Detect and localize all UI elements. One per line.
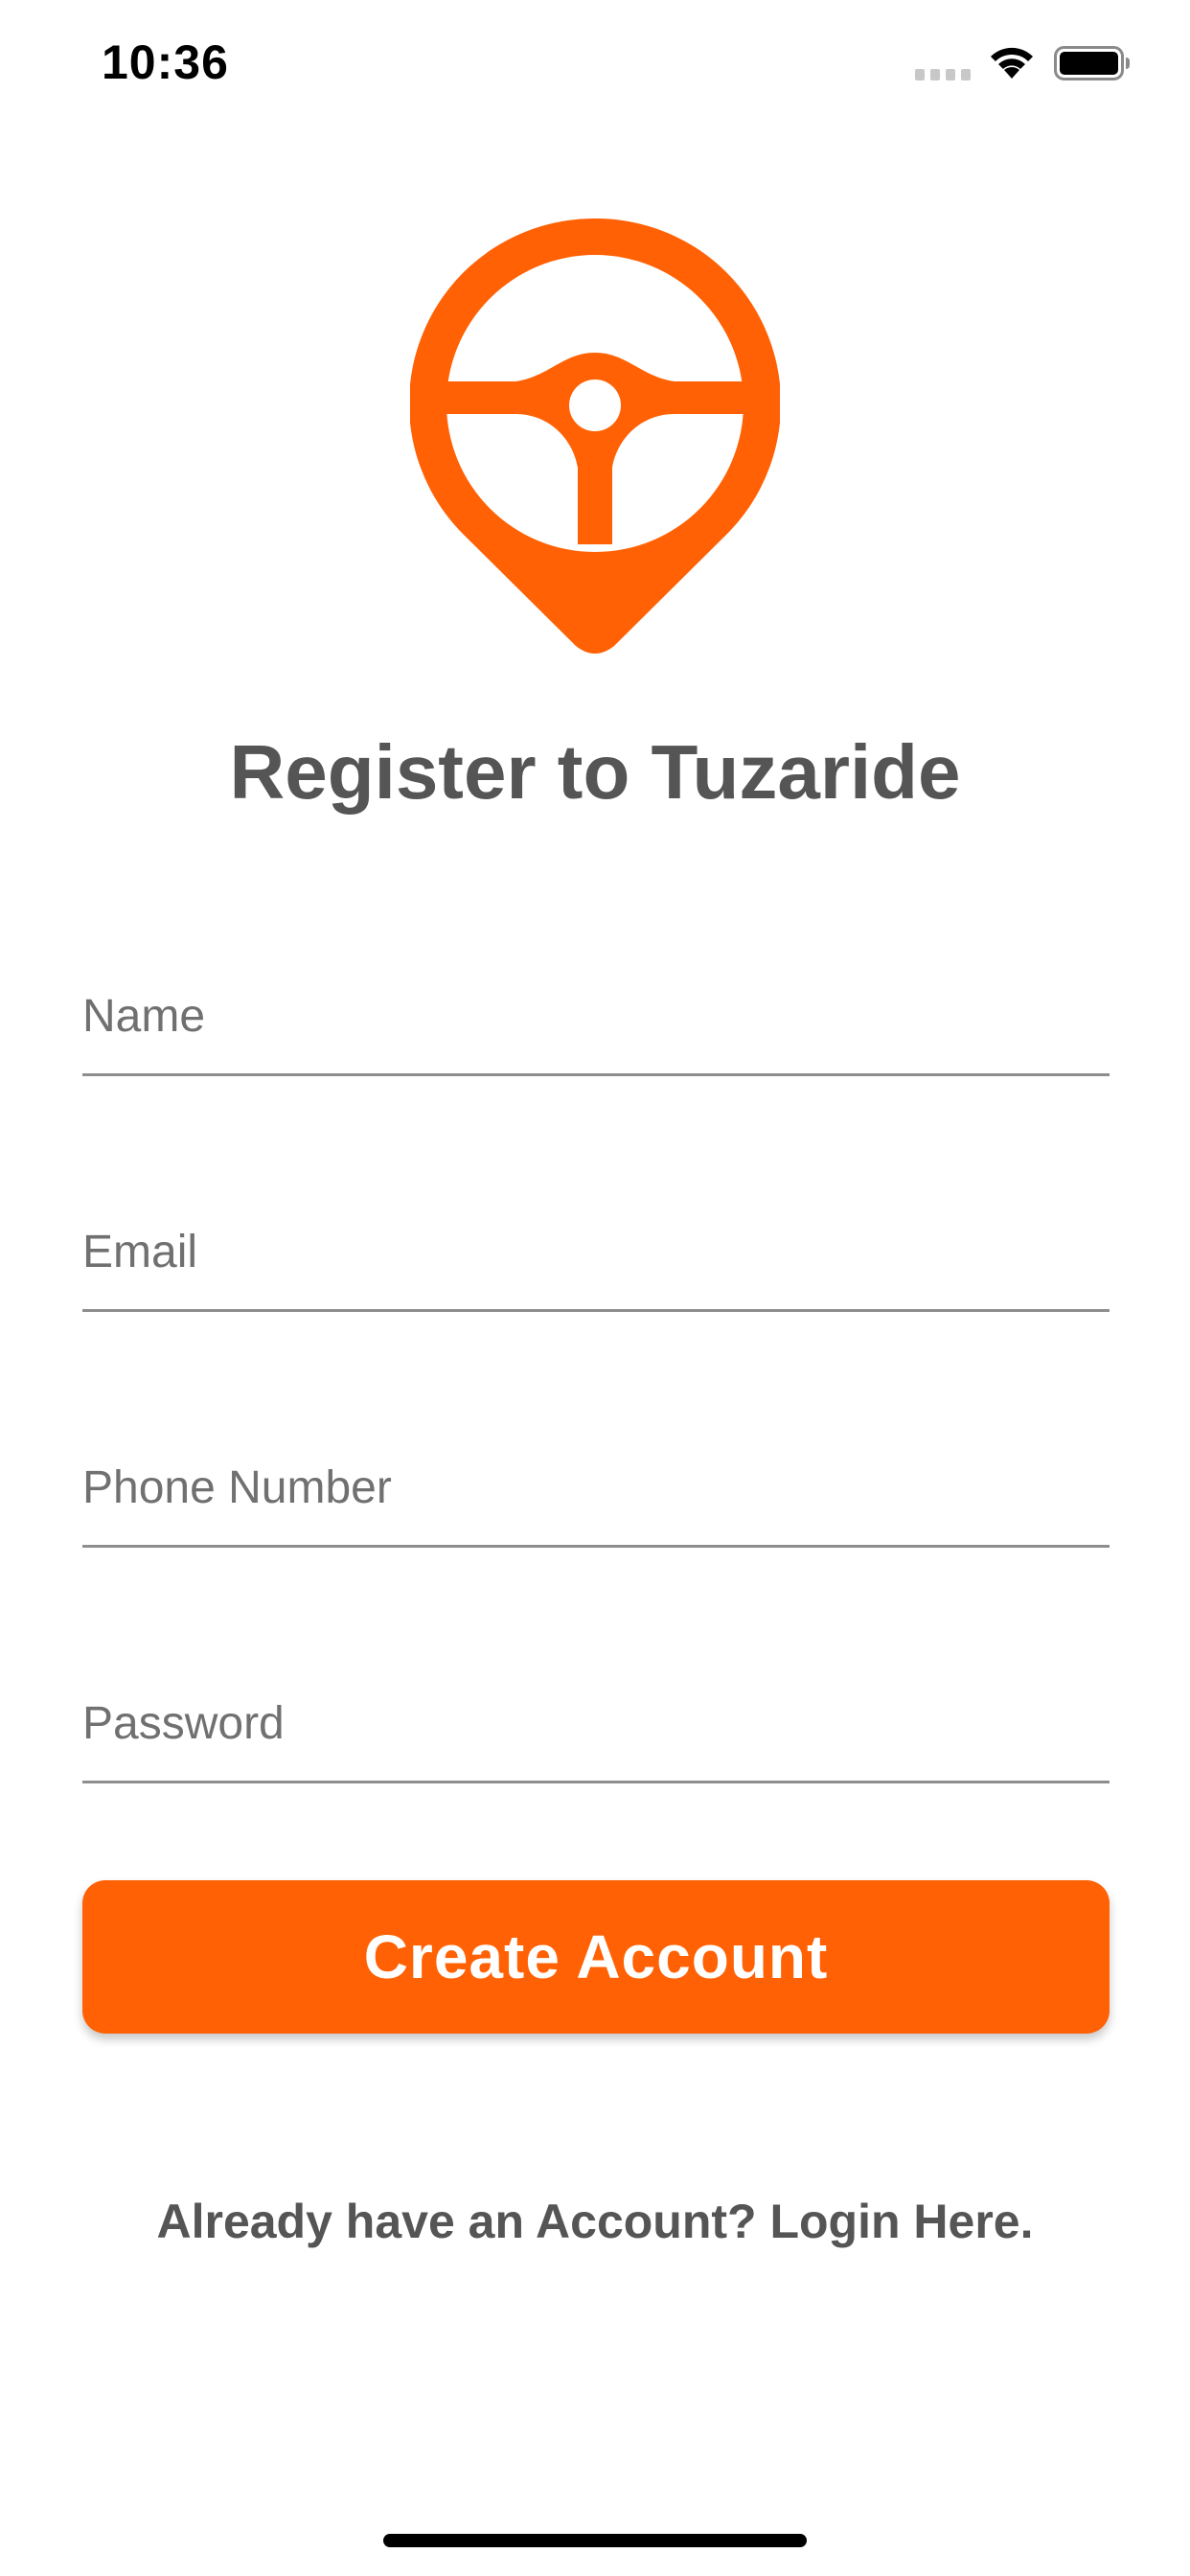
steering-wheel-pin-icon: [410, 218, 780, 654]
email-field[interactable]: [82, 1194, 1110, 1312]
signal-icon: [915, 69, 971, 80]
home-indicator[interactable]: [383, 2534, 807, 2547]
login-link[interactable]: Already have an Account? Login Here.: [0, 2191, 1190, 2252]
create-account-button[interactable]: Create Account: [82, 1880, 1110, 2034]
password-field[interactable]: [82, 1666, 1110, 1783]
wifi-icon: [991, 47, 1033, 79]
phone-number-field[interactable]: [82, 1430, 1110, 1548]
status-bar: 10:36: [0, 0, 1190, 125]
name-field[interactable]: [82, 958, 1110, 1076]
phone-number-input[interactable]: [82, 1430, 1110, 1545]
status-time: 10:36: [102, 35, 229, 89]
battery-icon: [1054, 46, 1130, 80]
page-title: Register to Tuzaride: [229, 729, 961, 815]
email-input[interactable]: [82, 1194, 1110, 1309]
name-input[interactable]: [82, 958, 1110, 1073]
password-input[interactable]: [82, 1666, 1110, 1781]
